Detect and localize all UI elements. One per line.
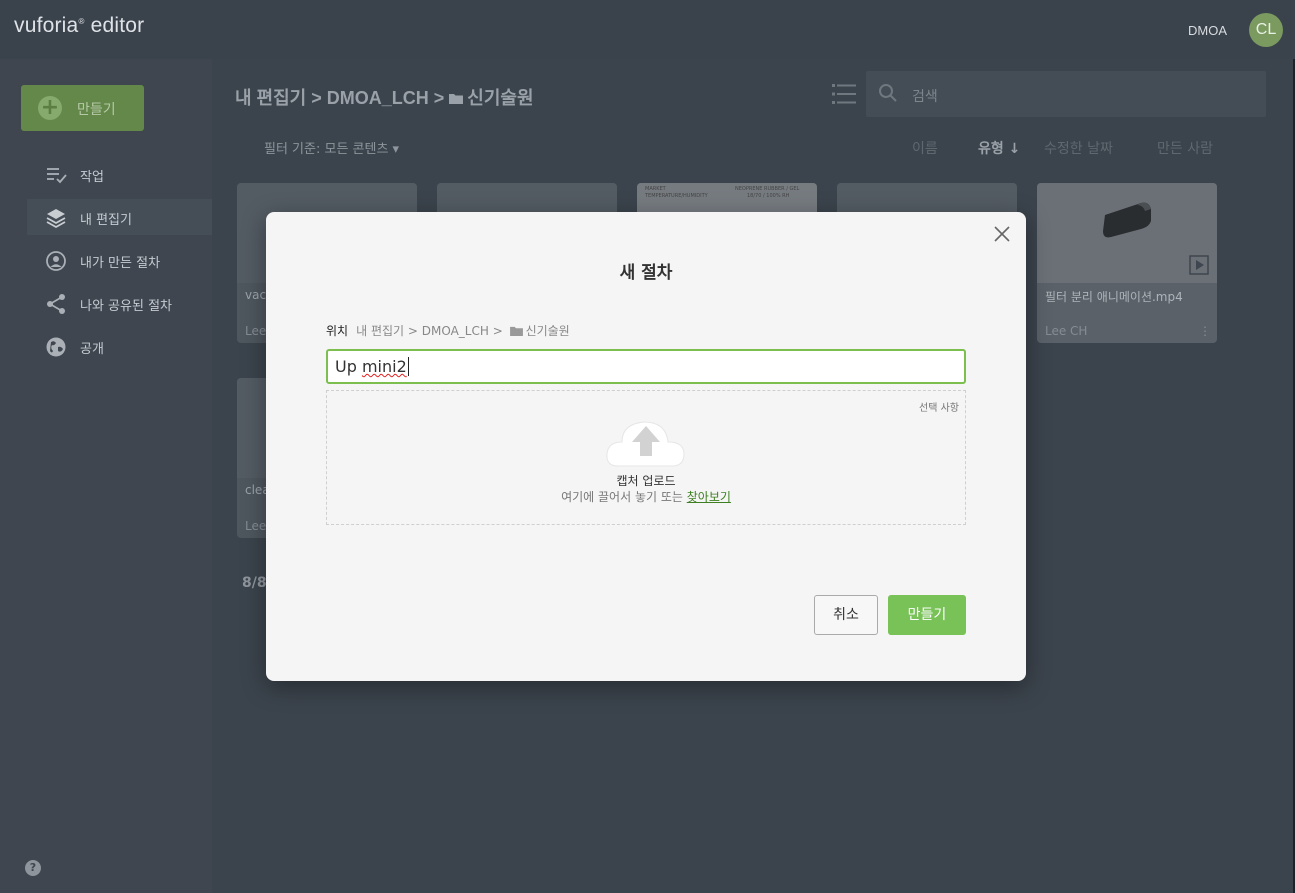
procedure-name-input[interactable]: Up mini2 bbox=[326, 349, 966, 384]
dialog-title: 새 절차 bbox=[619, 263, 673, 283]
create-procedure-button[interactable]: 만들기 bbox=[888, 595, 966, 635]
logo-brand: vuforia bbox=[14, 14, 79, 37]
doc-row-2-right: 18/70 / 100% RH bbox=[747, 193, 790, 199]
list-view-icon[interactable] bbox=[832, 83, 856, 105]
card-owner: Lee bbox=[245, 324, 267, 338]
upload-dropzone[interactable]: 선택 사항 캡처 업로드 여기에 끌어서 놓기 또는 찾아보기 bbox=[326, 390, 966, 525]
card-owner: Lee bbox=[245, 519, 267, 533]
tasks-icon bbox=[47, 168, 67, 184]
create-button-label: 만들기 bbox=[77, 102, 116, 118]
optional-label: 선택 사항 bbox=[919, 403, 959, 414]
sidebar-item-my-procedures[interactable]: 내가 만든 절차 bbox=[27, 242, 212, 278]
share-icon bbox=[47, 294, 65, 314]
sidebar-item-label: 공개 bbox=[80, 342, 104, 357]
sidebar-item-my-editor[interactable]: 내 편집기 bbox=[27, 199, 212, 235]
location-folder: 신기술원 bbox=[525, 324, 570, 338]
folder-icon bbox=[509, 326, 523, 336]
breadcrumb: 내 편집기 > DMOA_LCH > 신기술원 bbox=[235, 84, 534, 110]
play-icon[interactable] bbox=[1189, 255, 1209, 275]
cancel-button[interactable]: 취소 bbox=[814, 595, 878, 635]
device-preview-icon bbox=[1103, 202, 1151, 238]
sidebar: + 만들기 작업 내 편집기 내가 만든 절차 나와 공유된 절차 공개 ? bbox=[0, 59, 212, 893]
sort-by-type[interactable]: 유형 ↓ bbox=[978, 138, 1020, 158]
logo-product: editor bbox=[84, 14, 145, 37]
vuforia-editor-logo[interactable]: vuforia® editor bbox=[14, 14, 144, 38]
sidebar-item-tasks[interactable]: 작업 bbox=[27, 156, 212, 192]
sidebar-item-shared[interactable]: 나와 공유된 절차 bbox=[27, 285, 212, 321]
content-card-video[interactable]: 필터 분리 애니메이션.mp4 Lee CH ⋮ bbox=[1037, 183, 1217, 343]
avatar[interactable]: CL bbox=[1249, 13, 1283, 47]
item-count: 8/8 bbox=[242, 575, 267, 591]
breadcrumb-folder[interactable]: 신기술원 bbox=[467, 88, 533, 108]
help-icon[interactable]: ? bbox=[25, 860, 41, 876]
upload-hint: 여기에 끌어서 놓기 또는 bbox=[561, 490, 687, 504]
upload-subtitle: 여기에 끌어서 놓기 또는 찾아보기 bbox=[327, 488, 965, 505]
browse-link[interactable]: 찾아보기 bbox=[687, 490, 731, 504]
breadcrumb-path[interactable]: 내 편집기 > DMOA_LCH > bbox=[235, 88, 449, 108]
top-bar: vuforia® editor DMOA CL bbox=[0, 0, 1295, 59]
globe-icon bbox=[46, 337, 66, 357]
card-name: vac bbox=[245, 288, 267, 302]
cloud-upload-icon bbox=[606, 421, 685, 467]
sidebar-item-label: 내 편집기 bbox=[80, 213, 132, 228]
plus-icon: + bbox=[38, 96, 62, 120]
search-icon bbox=[879, 84, 897, 102]
sort-by-creator[interactable]: 만든 사람 bbox=[1157, 138, 1213, 158]
doc-row-2-left: TEMPERATURE/HUMIDITY bbox=[645, 193, 708, 199]
sort-by-name[interactable]: 이름 bbox=[912, 138, 938, 158]
search-input[interactable]: 검색 bbox=[866, 71, 1266, 117]
user-circle-icon bbox=[46, 251, 66, 271]
name-text-a: Up bbox=[335, 357, 362, 376]
org-name[interactable]: DMOA bbox=[1188, 23, 1227, 38]
card-name: 필터 분리 애니메이션.mp4 bbox=[1045, 290, 1183, 304]
location-path: 내 편집기 > DMOA_LCH > 신기술원 bbox=[356, 324, 570, 338]
card-owner: Lee CH bbox=[1045, 324, 1088, 338]
text-cursor bbox=[407, 357, 409, 376]
new-procedure-dialog: 새 절차 위치 내 편집기 > DMOA_LCH > 신기술원 Up mini2 … bbox=[266, 212, 1026, 681]
more-options-icon[interactable]: ⋮ bbox=[1199, 324, 1211, 338]
folder-icon bbox=[449, 94, 464, 104]
sidebar-item-label: 작업 bbox=[80, 170, 104, 185]
sidebar-item-label: 나와 공유된 절차 bbox=[80, 299, 172, 314]
location-path-text: 내 편집기 > DMOA_LCH > bbox=[356, 324, 507, 338]
doc-row-1-right: NEOPRENE RUBBER / GEL bbox=[735, 186, 800, 192]
sidebar-item-public[interactable]: 공개 bbox=[27, 328, 212, 364]
card-thumbnail bbox=[1037, 183, 1217, 283]
create-button[interactable]: + 만들기 bbox=[21, 85, 144, 131]
sidebar-item-label: 내가 만든 절차 bbox=[80, 256, 161, 271]
sort-by-modified[interactable]: 수정한 날짜 bbox=[1044, 138, 1113, 158]
doc-row-1-left: MARKET bbox=[645, 186, 666, 192]
search-placeholder: 검색 bbox=[912, 89, 938, 105]
location-label: 위치 bbox=[326, 324, 349, 338]
layers-icon bbox=[46, 209, 66, 229]
name-text-b: mini2 bbox=[361, 357, 407, 376]
upload-title: 캡처 업로드 bbox=[616, 474, 676, 488]
close-icon[interactable] bbox=[990, 222, 1014, 246]
location-row: 위치 내 편집기 > DMOA_LCH > 신기술원 bbox=[326, 322, 570, 339]
filter-dropdown[interactable]: 필터 기준: 모든 콘텐츠 ▾ bbox=[264, 138, 399, 157]
